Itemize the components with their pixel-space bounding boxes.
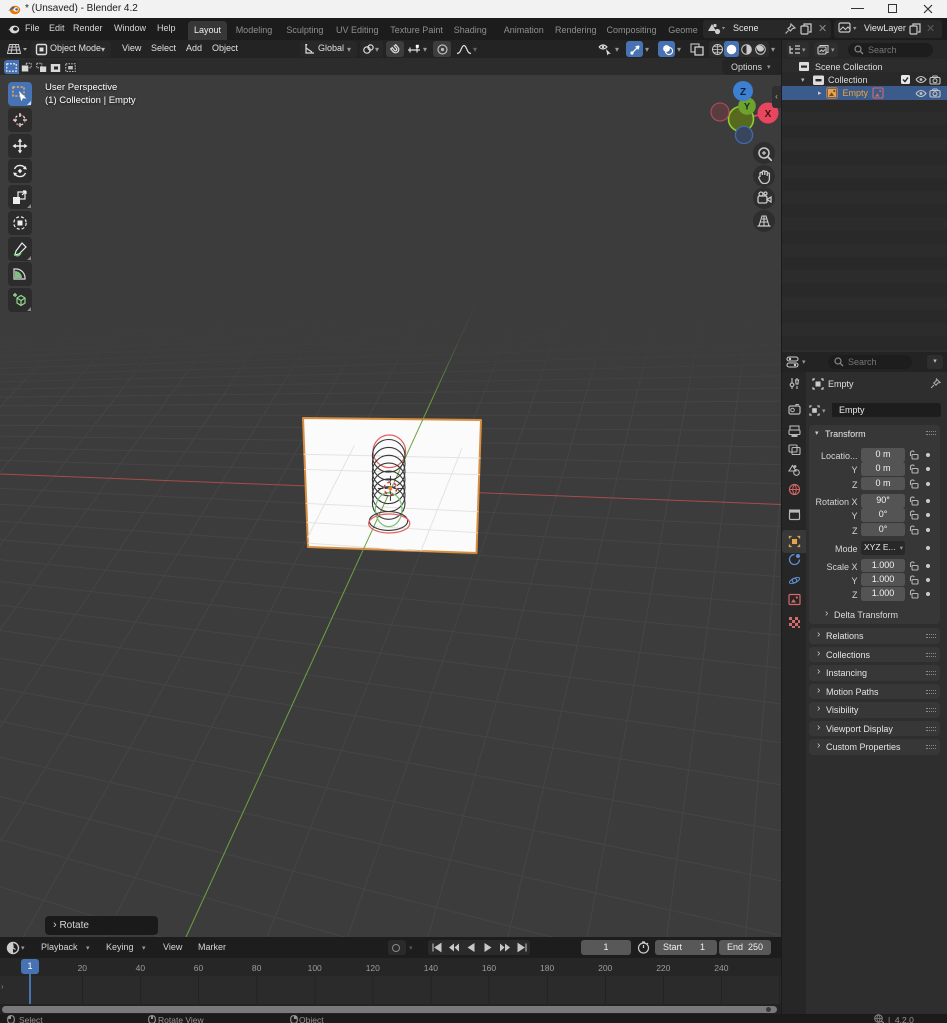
- svg-text:Y: Y: [744, 102, 750, 112]
- svg-text:X: X: [765, 109, 772, 120]
- svg-text:Z: Z: [740, 87, 746, 98]
